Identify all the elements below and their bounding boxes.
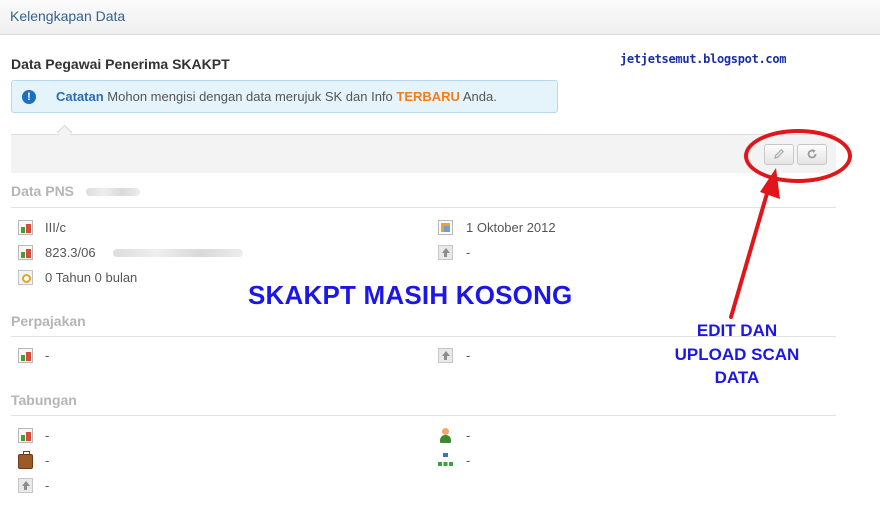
redacted-text — [113, 249, 243, 257]
calendar-icon — [438, 220, 453, 235]
pns-golongan: III/c — [45, 220, 66, 235]
action-toolbar — [11, 134, 836, 173]
section-title-perpajakan: Perpajakan — [11, 313, 86, 329]
tabungan-rekening: - — [45, 428, 50, 443]
upload-icon[interactable] — [18, 478, 33, 493]
section-title-pns: Data PNS — [11, 183, 74, 199]
tabungan-atas-nama: - — [466, 428, 471, 443]
info-alert: ! Catatan Mohon mengisi dengan data meru… — [11, 80, 558, 113]
alert-text-before: Mohon mengisi dengan data merujuk SK dan… — [103, 89, 397, 104]
redacted-text — [86, 188, 140, 196]
tabungan-bank: - — [45, 453, 50, 468]
clock-icon — [18, 270, 33, 285]
panel-header: Kelengkapan Data — [0, 0, 880, 35]
alert-highlight: TERBARU — [396, 89, 460, 104]
pns-sk-number: 823.3/06 — [45, 245, 96, 260]
document-icon — [18, 245, 33, 260]
org-chart-icon — [438, 453, 453, 468]
annotation-circle — [744, 129, 852, 183]
pns-tmt: 1 Oktober 2012 — [466, 220, 556, 235]
section-divider — [11, 207, 836, 208]
user-icon — [438, 428, 453, 443]
section-divider — [11, 415, 836, 416]
pns-masa-kerja: 0 Tahun 0 bulan — [45, 270, 138, 285]
pajak-npwp: - — [45, 348, 50, 363]
page-title: Data Pegawai Penerima SKAKPT — [11, 56, 230, 72]
annotation-note-line: EDIT DAN — [696, 321, 778, 340]
annotation-note: EDIT DAN UPLOAD SCAN DATA — [652, 319, 822, 390]
panel-title: Kelengkapan Data — [10, 8, 126, 24]
tabungan-upload-value: - — [45, 478, 50, 493]
tabungan-cabang: - — [466, 453, 471, 468]
alert-text-after: Anda. — [459, 89, 497, 104]
upload-icon[interactable] — [438, 348, 453, 363]
briefcase-icon — [18, 451, 33, 469]
annotation-headline: SKAKPT MASIH KOSONG — [248, 280, 573, 310]
watermark-text: jetjetsemut.blogspot.com — [620, 52, 787, 66]
annotation-note-line: UPLOAD SCAN — [674, 344, 800, 364]
pns-upload-value: - — [466, 245, 471, 260]
info-icon: ! — [22, 90, 36, 104]
alert-message: Catatan Mohon mengisi dengan data meruju… — [56, 89, 497, 104]
annotation-note-line: DATA — [714, 368, 760, 387]
section-title-tabungan: Tabungan — [11, 392, 77, 408]
section-title-pns-text: Data PNS — [11, 183, 75, 199]
alert-label: Catatan — [56, 89, 104, 104]
document-icon — [18, 348, 33, 363]
document-icon — [18, 428, 33, 443]
pajak-upload-value: - — [466, 348, 471, 363]
upload-icon[interactable] — [438, 245, 453, 260]
document-icon — [18, 220, 33, 235]
